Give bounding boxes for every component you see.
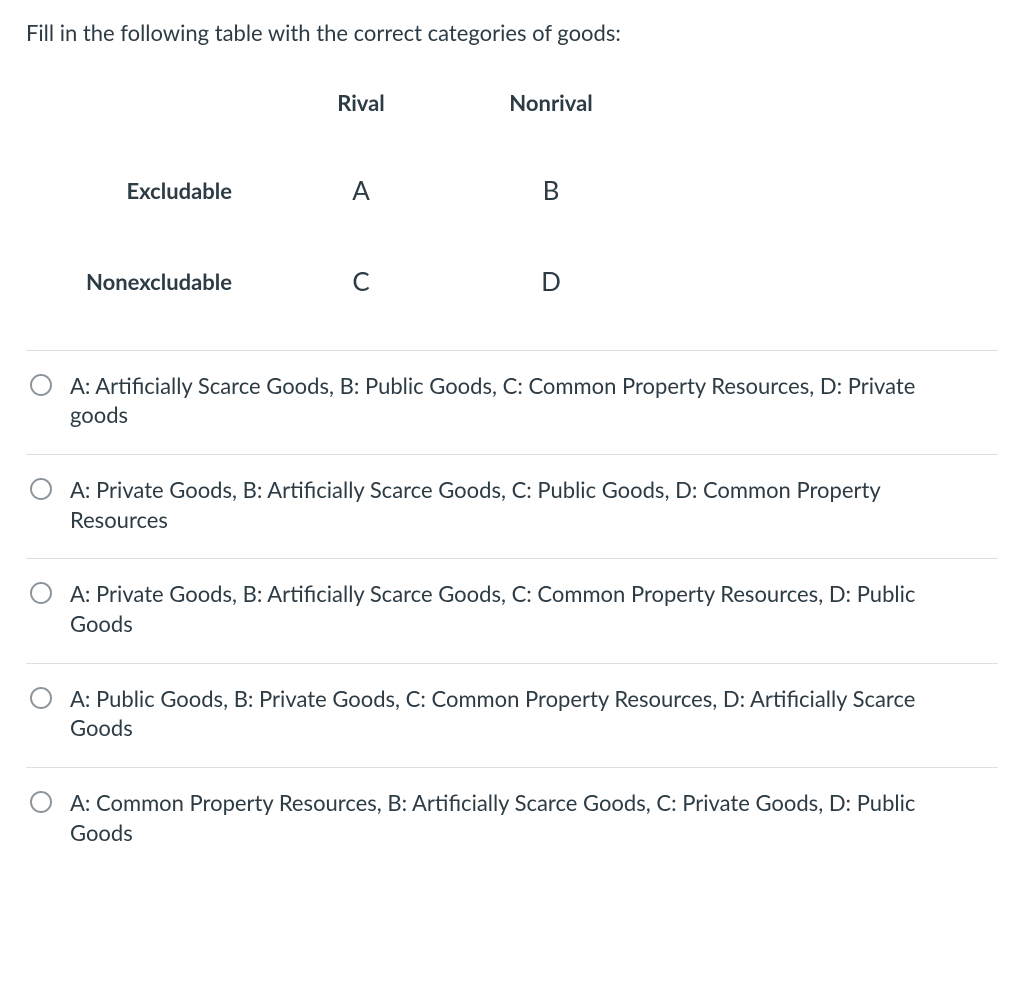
cell-a: A — [266, 173, 456, 208]
radio-icon[interactable] — [30, 582, 52, 604]
answer-options: A: Artificially Scarce Goods, B: Public … — [26, 350, 998, 872]
col-header-nonrival: Nonrival — [456, 88, 646, 118]
radio-icon[interactable] — [30, 687, 52, 709]
radio-icon[interactable] — [30, 791, 52, 813]
goods-table: Rival Nonrival Excludable A B Nonexcluda… — [26, 88, 998, 300]
radio-icon[interactable] — [30, 478, 52, 500]
answer-option[interactable]: A: Private Goods, B: Artificially Scarce… — [26, 455, 998, 559]
cell-d: D — [456, 264, 646, 299]
answer-option[interactable]: A: Artificially Scarce Goods, B: Public … — [26, 351, 998, 455]
answer-option[interactable]: A: Private Goods, B: Artificially Scarce… — [26, 559, 998, 663]
answer-text: A: Artificially Scarce Goods, B: Public … — [70, 371, 994, 430]
answer-option[interactable]: A: Common Property Resources, B: Artific… — [26, 768, 998, 871]
question-prompt: Fill in the following table with the cor… — [26, 18, 998, 48]
cell-b: B — [456, 173, 646, 208]
cell-c: C — [266, 264, 456, 299]
radio-icon[interactable] — [30, 374, 52, 396]
answer-text: A: Private Goods, B: Artificially Scarce… — [70, 579, 994, 638]
answer-text: A: Common Property Resources, B: Artific… — [70, 788, 994, 847]
col-header-rival: Rival — [266, 88, 456, 118]
row-header-nonexcludable: Nonexcludable — [26, 267, 266, 297]
answer-option[interactable]: A: Public Goods, B: Private Goods, C: Co… — [26, 664, 998, 768]
answer-text: A: Private Goods, B: Artificially Scarce… — [70, 475, 994, 534]
row-header-excludable: Excludable — [26, 176, 266, 206]
answer-text: A: Public Goods, B: Private Goods, C: Co… — [70, 684, 994, 743]
question-container: Fill in the following table with the cor… — [0, 0, 1024, 901]
